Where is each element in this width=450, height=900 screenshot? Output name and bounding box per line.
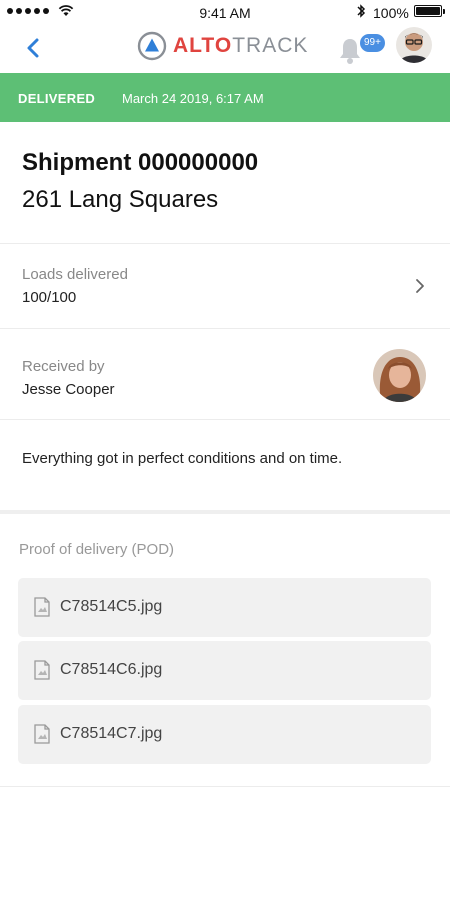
back-button[interactable] [22, 36, 46, 60]
divider [0, 786, 450, 787]
receiver-name: Jesse Cooper [22, 381, 115, 398]
pod-file-name: C78514C5.jpg [60, 598, 163, 615]
divider [0, 328, 450, 329]
pod-file-item[interactable]: C78514C6.jpg [18, 641, 431, 700]
altotrack-logo: ALTOTRACK [137, 31, 308, 61]
delivery-note: Everything got in perfect conditions and… [22, 450, 343, 467]
loads-delivered-label: Loads delivered [22, 266, 128, 283]
logo-track-text: TRACK [232, 34, 309, 57]
received-by-label: Received by [22, 358, 105, 375]
loads-delivered-value: 100/100 [22, 289, 77, 306]
loads-delivered-row[interactable]: Loads delivered 100/100 [0, 244, 450, 328]
logo-wordmark: ALTOTRACK [173, 31, 308, 61]
section-separator [0, 510, 450, 514]
delivery-status-label: DELIVERED [18, 91, 96, 106]
receiver-avatar [373, 349, 426, 402]
image-file-icon [34, 597, 50, 617]
app-header: ALTOTRACK 99+ [0, 24, 450, 72]
pod-file-item[interactable]: C78514C5.jpg [18, 578, 431, 637]
user-avatar[interactable] [396, 27, 432, 63]
logo-alto-text: ALTO [173, 34, 233, 57]
image-file-icon [34, 660, 50, 680]
pod-section-label: Proof of delivery (POD) [19, 541, 175, 558]
altotrack-logo-icon [137, 31, 167, 61]
chevron-right-icon [416, 279, 424, 293]
shipment-title: Shipment 000000000 [22, 149, 259, 176]
image-file-icon [34, 724, 50, 744]
shipment-address: 261 Lang Squares [22, 186, 219, 213]
delivery-status-banner: DELIVERED March 24 2019, 6:17 AM [0, 73, 450, 122]
bluetooth-icon [357, 4, 366, 18]
pod-file-name: C78514C7.jpg [60, 725, 163, 742]
pod-file-item[interactable]: C78514C7.jpg [18, 705, 431, 764]
pod-file-name: C78514C6.jpg [60, 661, 163, 678]
battery-percentage: 100% [373, 5, 409, 21]
notification-count-badge: 99+ [360, 34, 385, 52]
battery-icon [414, 5, 445, 17]
divider [0, 419, 450, 420]
delivery-datetime: March 24 2019, 6:17 AM [122, 91, 264, 106]
status-bar: 9:41 AM 100% [0, 0, 450, 24]
